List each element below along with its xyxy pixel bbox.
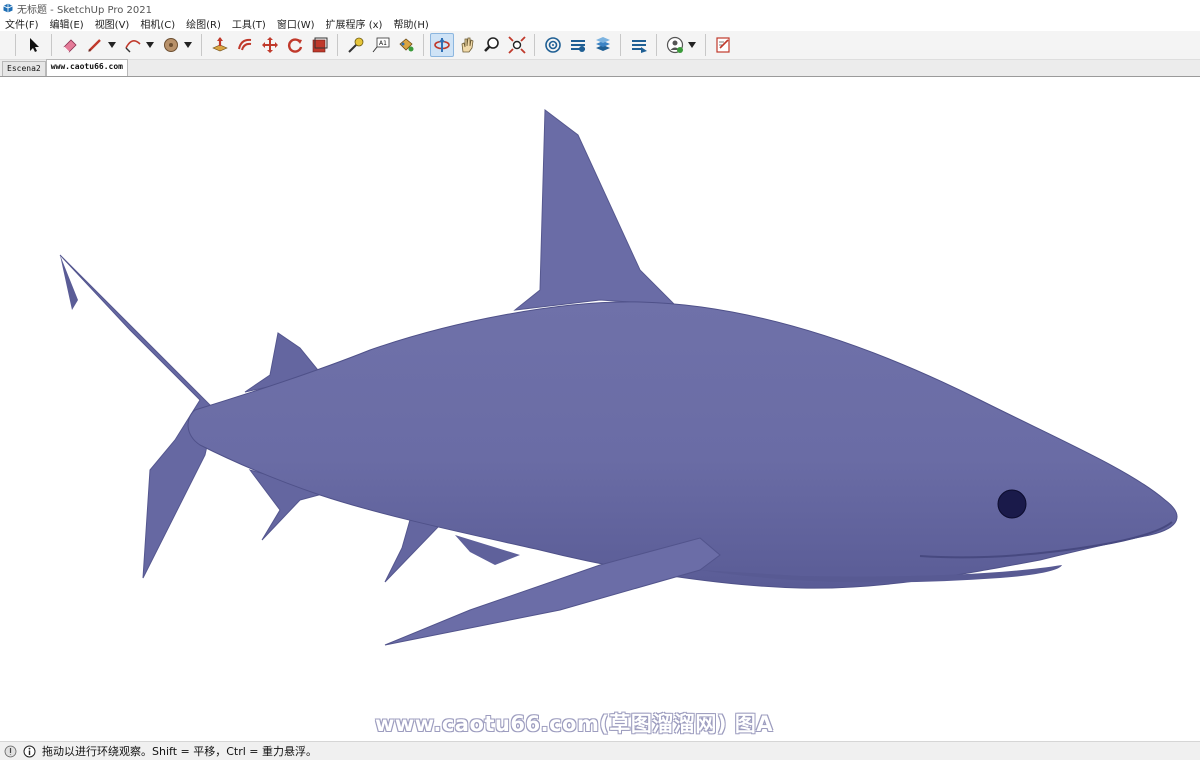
eraser-tool-button[interactable] <box>58 33 82 57</box>
shapes-tool-button[interactable] <box>159 33 183 57</box>
menu-file[interactable]: 文件(F) <box>5 16 39 31</box>
preview-button[interactable] <box>712 33 736 57</box>
arc-icon <box>124 40 141 53</box>
model-viewport[interactable]: www.caotu66.com(草图溜溜网) 图A <box>0 78 1200 741</box>
pectoral-fin <box>384 537 721 646</box>
shark-eye <box>997 489 1027 519</box>
dorsal-fin <box>513 109 677 311</box>
menu-edit[interactable]: 编辑(E) <box>50 16 84 31</box>
chevron-down-icon <box>107 42 116 48</box>
text-tool-button[interactable]: A1 <box>369 33 393 57</box>
text-icon: A1 <box>372 37 389 53</box>
extension-warehouse-button[interactable] <box>566 33 590 57</box>
svg-text:A1: A1 <box>379 40 387 47</box>
chevron-down-icon <box>687 42 696 48</box>
chevron-down-icon <box>145 42 154 48</box>
extension-warehouse-icon <box>570 40 585 52</box>
toolbar-separator <box>705 34 706 56</box>
warehouse-button[interactable] <box>541 33 565 57</box>
watermark-text: www.caotu66.com(草图溜溜网) 图A <box>375 712 774 736</box>
tail-fin-tip <box>60 255 78 310</box>
zoom-icon <box>483 37 499 52</box>
line-dropdown[interactable] <box>107 33 116 57</box>
orbit-icon <box>433 38 450 52</box>
line-tool-button[interactable] <box>83 33 107 57</box>
line-icon <box>87 39 101 52</box>
layout-button[interactable] <box>591 33 615 57</box>
push-pull-tool-button[interactable] <box>208 33 232 57</box>
account-button[interactable] <box>663 33 687 57</box>
rotate-icon <box>287 38 302 53</box>
status-message: 拖动以进行环绕观察。Shift = 平移，Ctrl = 重力悬浮。 <box>42 745 317 758</box>
account-dropdown[interactable] <box>687 33 696 57</box>
title-bar: 无标题 - SketchUp Pro 2021 <box>0 0 1200 16</box>
toolbar-separator <box>656 34 657 56</box>
shark-model <box>59 109 1178 646</box>
offset-tool-button[interactable] <box>233 33 257 57</box>
push-pull-icon <box>211 37 228 52</box>
pelvic-fin <box>384 519 442 583</box>
eraser-icon <box>62 39 77 53</box>
zoom-extents-tool-button[interactable] <box>505 33 529 57</box>
menu-camera[interactable]: 相机(C) <box>140 16 175 31</box>
warehouse-icon <box>544 37 561 53</box>
menu-bar: 文件(F) 编辑(E) 视图(V) 相机(C) 绘图(R) 工具(T) 窗口(W… <box>0 16 1200 31</box>
rotate-tool-button[interactable] <box>283 33 307 57</box>
tab-scene[interactable]: Escena2 <box>2 61 46 76</box>
toolbar-separator <box>423 34 424 56</box>
arc-tool-button[interactable] <box>121 33 145 57</box>
menu-view[interactable]: 视图(V) <box>95 16 130 31</box>
offset-icon <box>237 38 251 51</box>
arc-dropdown[interactable] <box>145 33 154 57</box>
toolbar-separator <box>51 34 52 56</box>
menu-tools[interactable]: 工具(T) <box>232 16 266 31</box>
tab-website[interactable]: www.caotu66.com <box>45 59 128 76</box>
pan-icon <box>461 37 473 53</box>
orbit-tool-button[interactable] <box>429 33 454 57</box>
share-model-button[interactable] <box>627 33 651 57</box>
toolbar-separator <box>201 34 202 56</box>
layout-icon <box>595 37 610 51</box>
toolbar-separator <box>620 34 621 56</box>
scale-icon <box>312 37 327 53</box>
move-tool-button[interactable] <box>258 33 282 57</box>
menu-draw[interactable]: 绘图(R) <box>186 16 221 31</box>
tape-measure-tool-button[interactable] <box>344 33 368 57</box>
scene-tabs: Escena2 www.caotu66.com <box>0 59 1200 77</box>
select-tool-button[interactable] <box>22 33 46 57</box>
toolbar-separator <box>534 34 535 56</box>
shapes-dropdown[interactable] <box>183 33 192 57</box>
select-icon <box>29 38 39 52</box>
toolbar-separator <box>15 34 16 56</box>
preview-icon <box>715 37 730 53</box>
account-icon <box>666 36 683 54</box>
pan-tool-button[interactable] <box>455 33 479 57</box>
zoom-extents-icon <box>507 36 526 54</box>
menu-window[interactable]: 窗口(W) <box>277 16 315 31</box>
window-title: 无标题 - SketchUp Pro 2021 <box>17 4 152 16</box>
status-bar: 拖动以进行环绕观察。Shift = 平移，Ctrl = 重力悬浮。 <box>0 741 1200 760</box>
chevron-down-icon <box>183 42 192 48</box>
paint-bucket-tool-button[interactable] <box>394 33 418 57</box>
shapes-icon <box>163 38 178 52</box>
paint-bucket-icon <box>398 38 413 52</box>
menu-help[interactable]: 帮助(H) <box>393 16 428 31</box>
toolbar-separator <box>337 34 338 56</box>
tape-measure-icon <box>347 37 363 53</box>
share-model-icon <box>631 40 647 53</box>
scale-tool-button[interactable] <box>308 33 332 57</box>
sketchup-logo-icon <box>3 3 13 13</box>
main-toolbar: A1 <box>0 31 1200 60</box>
geo-location-icon[interactable] <box>4 745 17 758</box>
menu-extensions[interactable]: 扩展程序 (x) <box>326 16 383 31</box>
move-icon <box>261 37 278 53</box>
info-icon[interactable] <box>23 745 36 758</box>
zoom-tool-button[interactable] <box>480 33 504 57</box>
